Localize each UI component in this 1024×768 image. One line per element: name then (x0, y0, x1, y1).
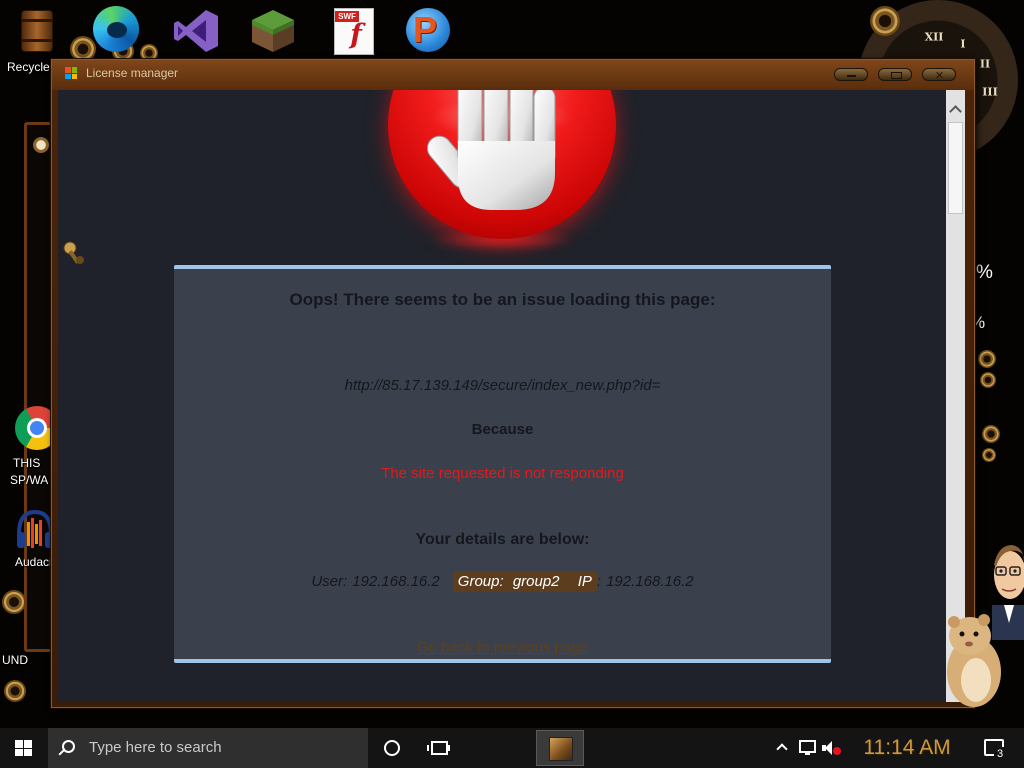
scroll-up-icon[interactable] (949, 105, 962, 118)
hamster-widget (947, 614, 1001, 707)
logo-pane (24, 740, 32, 748)
hand-icon (426, 90, 556, 210)
barrel-band (22, 39, 52, 42)
stop-hand-icon (388, 90, 616, 239)
search-placeholder[interactable]: Type here to search (89, 728, 222, 768)
gear-decoration (982, 425, 1000, 443)
ip-separator: : (596, 572, 602, 590)
group-value: group2 (512, 572, 560, 590)
chevron-up-icon[interactable] (776, 743, 788, 755)
desktop: XII I II III % % Recycle SWF f P THIS SP… (0, 0, 1024, 768)
audacity-icon[interactable] (15, 508, 55, 552)
gear-decoration (4, 680, 26, 702)
app-icon-tile (65, 67, 71, 73)
ip-label: IP (577, 572, 592, 590)
app-icon-tile (71, 73, 77, 79)
details-heading: Your details are below: (415, 531, 590, 548)
requested-url: http://85.17.139.149/secure/index_new.ph… (344, 377, 661, 394)
windows-start-icon (15, 740, 32, 756)
close-button[interactable] (922, 68, 956, 81)
start-button[interactable] (0, 728, 48, 768)
gear-decoration (980, 372, 996, 388)
gear-decoration (978, 350, 996, 368)
selected-text-highlight: Group: group2 IP (452, 570, 597, 592)
error-panel: Oops! There seems to be an issue loading… (174, 265, 831, 663)
user-value: 192.168.16.2 (352, 572, 440, 590)
cortana-icon[interactable] (384, 740, 400, 756)
taskbar-clock[interactable]: 11:14 AM (852, 728, 962, 768)
recycle-bin-label[interactable]: Recycle (7, 60, 50, 74)
volume-muted-icon[interactable] (822, 741, 841, 755)
go-back-link[interactable]: Go back to previous page (174, 638, 831, 658)
because-label: Because (471, 421, 534, 438)
flash-swf-icon[interactable]: SWF f (334, 8, 374, 55)
minimize-icon (847, 72, 856, 77)
app-icon (65, 67, 77, 79)
error-heading: Oops! There seems to be an issue loading… (289, 290, 716, 309)
user-details-line: User: 192.168.16.2 Group: group2 IP : 19… (174, 569, 831, 593)
app-icon-tile (65, 73, 71, 79)
edge-icon[interactable] (93, 6, 139, 52)
taskbar-app-button[interactable] (536, 730, 584, 766)
widget-percent-label: % (976, 262, 993, 283)
chrome-core (30, 421, 44, 435)
task-view-icon[interactable] (427, 741, 450, 755)
recycle-bin-icon[interactable] (21, 10, 53, 52)
scrollbar-thumb[interactable] (948, 122, 963, 214)
pale-moon-logo-letter: P (412, 9, 437, 50)
maximize-icon (891, 72, 902, 79)
maximize-button[interactable] (878, 68, 912, 81)
notification-count: 3 (994, 747, 1006, 761)
license-manager-window[interactable]: License manager Oops! There seems to be … (50, 58, 976, 709)
clock-numeral: I (960, 37, 966, 51)
gear-decoration (870, 6, 900, 36)
pale-moon-icon[interactable]: P (406, 8, 450, 52)
minimize-button[interactable] (834, 68, 868, 81)
clock-numeral: XII (924, 30, 944, 44)
wind-up-key-decoration (63, 241, 84, 264)
app-icon-tile (71, 67, 77, 73)
desktop-shortcut-label[interactable]: UND (2, 653, 28, 667)
barrel-band (22, 19, 52, 22)
visual-studio-icon[interactable] (172, 8, 220, 54)
group-label: Group: (457, 572, 504, 590)
window-title: License manager (86, 66, 179, 80)
minecraft-icon[interactable] (250, 8, 296, 54)
clock-numeral: II (979, 57, 991, 71)
gear-decoration (982, 448, 996, 462)
audacity-label[interactable]: Audaci (15, 555, 52, 569)
gauge-icon (33, 137, 49, 153)
logo-pane (24, 748, 32, 756)
gear-decoration (2, 590, 26, 614)
mute-indicator (833, 747, 841, 755)
flash-logo: f (350, 19, 362, 50)
user-label: User: (311, 572, 348, 590)
close-icon (935, 72, 944, 77)
logo-pane (15, 748, 23, 756)
network-icon[interactable] (799, 740, 816, 755)
chrome-shortcut-label[interactable]: SP/WA (10, 473, 48, 487)
search-box[interactable]: Type here to search (48, 728, 368, 768)
error-reason: The site requested is not responding (381, 465, 624, 482)
speaker-cone (825, 741, 832, 755)
logo-pane (15, 740, 23, 748)
edge-swirl (107, 22, 127, 38)
ip-value: 192.168.16.2 (606, 572, 694, 590)
window-content: Oops! There seems to be an issue loading… (58, 90, 965, 702)
clock-numeral: III (982, 85, 998, 99)
taskbar: Type here to search 11:14 AM 3 (0, 728, 1024, 768)
error-page: Oops! There seems to be an issue loading… (58, 90, 946, 702)
chrome-shortcut-label[interactable]: THIS (13, 456, 40, 470)
app-thumbnail-icon (549, 737, 573, 761)
